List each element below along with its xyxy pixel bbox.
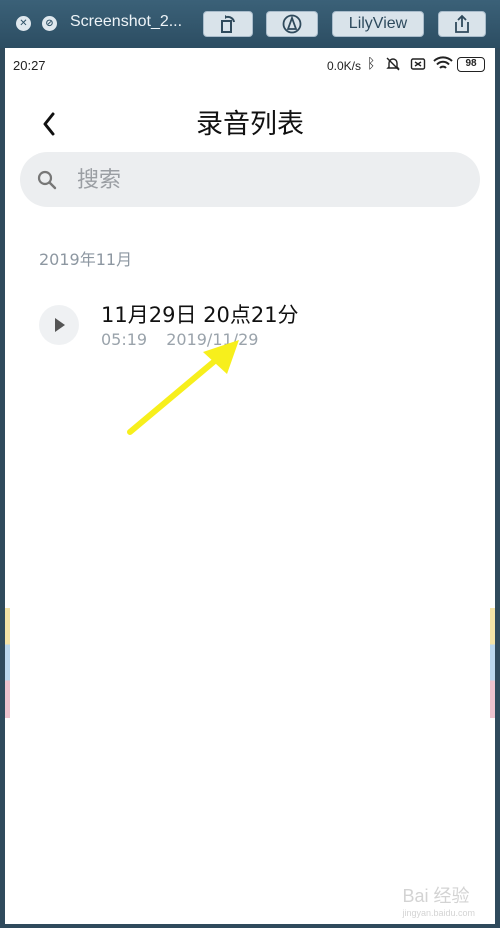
watermark-sub: jingyan.baidu.com: [402, 908, 475, 918]
edge-decoration: [490, 608, 495, 718]
minimize-icon[interactable]: ⊘: [42, 16, 57, 31]
watermark: Bai 经验 jingyan.baidu.com: [402, 882, 475, 918]
close-icon[interactable]: ✕: [16, 16, 31, 31]
share-icon: [455, 14, 469, 33]
search-input[interactable]: [75, 160, 459, 200]
recording-title: 11月29日 20点21分: [101, 303, 299, 327]
sim-icon: [410, 56, 426, 76]
search-bar[interactable]: [20, 152, 480, 207]
rotate-button[interactable]: [203, 11, 253, 37]
share-button[interactable]: [438, 11, 486, 37]
page-title: 录音列表: [196, 109, 304, 140]
battery-icon: 98: [457, 57, 485, 72]
section-label: 2019年11月: [39, 250, 133, 269]
network-speed: 0.0K/s: [327, 59, 362, 73]
phone-screen: 20:27 0.0K/s ᛒ 98 录音列表 2019年11月: [5, 48, 495, 924]
list-item[interactable]: 11月29日 20点21分 05:19 2019/11/29: [5, 288, 495, 358]
markup-button[interactable]: [266, 11, 318, 37]
recording-duration: 05:19: [101, 330, 148, 349]
viewer-title: Screenshot_2...: [70, 13, 183, 30]
wifi-icon: [433, 56, 453, 76]
recording-date: 2019/11/29: [166, 330, 259, 349]
lilyview-button[interactable]: LilyView: [332, 11, 424, 37]
mute-icon: [385, 56, 401, 76]
bluetooth-icon: ᛒ: [367, 56, 376, 72]
header: 录音列表: [5, 92, 495, 152]
recording-meta: 05:19 2019/11/29: [101, 330, 258, 349]
markup-icon: [282, 14, 302, 34]
viewer-titlebar: ✕ ⊘ Screenshot_2... LilyView: [0, 0, 500, 48]
search-icon: [37, 170, 57, 190]
play-icon: [55, 318, 65, 332]
edge-decoration: [5, 608, 10, 718]
play-button[interactable]: [39, 305, 79, 345]
status-bar: 20:27 0.0K/s ᛒ 98: [5, 48, 495, 82]
rotate-icon: [221, 15, 235, 33]
status-time: 20:27: [13, 58, 46, 73]
watermark-text: Bai 经验: [402, 886, 470, 906]
